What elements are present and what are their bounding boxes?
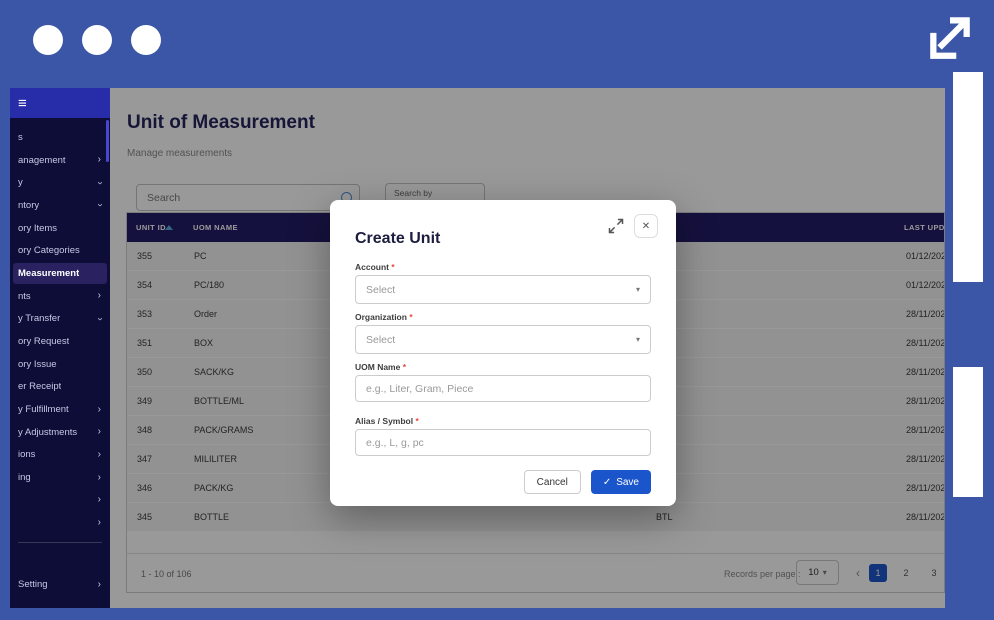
sidebar-item-y[interactable]: y› bbox=[10, 171, 110, 194]
sidebar-item[interactable]: › bbox=[10, 512, 110, 535]
chevron-right-icon: › bbox=[98, 450, 101, 460]
sidebar-item-label: s bbox=[18, 132, 23, 143]
chevron-right-icon: › bbox=[98, 291, 101, 301]
required-asterisk: * bbox=[413, 416, 419, 426]
sidebar-item-y-adjustments[interactable]: y Adjustments › bbox=[10, 421, 110, 444]
sidebar-item-label: er Receipt bbox=[18, 381, 61, 392]
window-control-dot[interactable] bbox=[82, 25, 112, 55]
sidebar: ≡ sanagement›y›ntory›ory Itemsory Catego… bbox=[10, 88, 110, 608]
chevron-right-icon: › bbox=[98, 473, 101, 483]
modal-title: Create Unit bbox=[355, 230, 651, 248]
select-value: Select bbox=[366, 334, 395, 346]
uom-name-input[interactable] bbox=[355, 375, 651, 402]
chevron-right-icon: › bbox=[98, 518, 101, 528]
caret-down-icon: ▾ bbox=[636, 286, 640, 294]
organization-select[interactable]: Select ▾ bbox=[355, 325, 651, 354]
sidebar-item-label: ory Request bbox=[18, 336, 69, 347]
sidebar-item-nts[interactable]: nts › bbox=[10, 285, 110, 308]
frame-scrollbar-thumb-top[interactable] bbox=[953, 72, 983, 282]
expand-modal-icon[interactable] bbox=[608, 218, 624, 234]
chevron-right-icon: › bbox=[98, 580, 101, 590]
check-icon: ✓ bbox=[603, 477, 611, 488]
organization-label: Organization * bbox=[355, 312, 651, 322]
sidebar-item-s[interactable]: s bbox=[10, 126, 110, 149]
create-unit-modal: ✕ Create Unit Account * Select ▾ Organizati… bbox=[330, 200, 676, 506]
modal-actions: Cancel ✓ Save bbox=[355, 470, 651, 494]
sidebar-item[interactable]: › bbox=[10, 489, 110, 512]
cancel-button[interactable]: Cancel bbox=[524, 470, 581, 494]
frame-scrollbar-thumb-bottom[interactable] bbox=[953, 367, 983, 497]
hamburger-menu-icon[interactable]: ≡ bbox=[18, 96, 27, 111]
sidebar-item-ntory[interactable]: ntory › bbox=[10, 194, 110, 217]
chevron-down-icon: › bbox=[94, 181, 104, 184]
save-label: Save bbox=[616, 477, 639, 488]
sidebar-item-ory-categories[interactable]: ory Categories bbox=[10, 239, 110, 262]
required-asterisk: * bbox=[407, 312, 413, 322]
chevron-down-icon: › bbox=[94, 317, 104, 320]
sidebar-item-label: anagement bbox=[18, 155, 66, 166]
close-modal-button[interactable]: ✕ bbox=[634, 214, 658, 238]
sidebar-item-y-fulfillment[interactable]: y Fulfillment › bbox=[10, 398, 110, 421]
sidebar-item-ory-items[interactable]: ory Items bbox=[10, 217, 110, 240]
expand-window-icon[interactable] bbox=[922, 12, 978, 62]
sidebar-item-ory-request[interactable]: ory Request bbox=[10, 330, 110, 353]
sidebar-item-anagement[interactable]: anagement › bbox=[10, 149, 110, 172]
sidebar-item-label: nts bbox=[18, 291, 31, 302]
chevron-down-icon: › bbox=[94, 204, 104, 207]
caret-down-icon: ▾ bbox=[636, 336, 640, 344]
chevron-right-icon: › bbox=[98, 427, 101, 437]
account-select[interactable]: Select ▾ bbox=[355, 275, 651, 304]
sidebar-header: ≡ bbox=[10, 88, 110, 118]
save-button[interactable]: ✓ Save bbox=[591, 470, 651, 494]
sidebar-item-label: y Fulfillment bbox=[18, 404, 69, 415]
browser-frame: ≡ sanagement›y›ntory›ory Itemsory Catego… bbox=[0, 0, 994, 620]
select-value: Select bbox=[366, 284, 395, 296]
sidebar-item-label: y bbox=[18, 177, 23, 188]
sidebar-item-er-receipt[interactable]: er Receipt bbox=[10, 376, 110, 399]
sidebar-item-label: ory Categories bbox=[18, 245, 80, 256]
sidebar-item-label: ntory bbox=[18, 200, 39, 211]
account-label: Account * bbox=[355, 262, 651, 272]
sidebar-item-label: ory Items bbox=[18, 223, 57, 234]
modal-fields: Account * Select ▾ Organization * Select ▾ UOM… bbox=[355, 262, 651, 456]
sidebar-item-label: ions bbox=[18, 449, 35, 460]
sidebar-item-y-transfer[interactable]: y Transfer › bbox=[10, 308, 110, 331]
sidebar-item-label: y Transfer bbox=[18, 313, 60, 324]
sidebar-item-label: ory Issue bbox=[18, 359, 57, 370]
sidebar-item-label: Measurement bbox=[18, 268, 79, 279]
sidebar-item-label: Setting bbox=[18, 579, 48, 590]
uom-name-label: UOM Name * bbox=[355, 362, 651, 372]
sidebar-item-ory-issue[interactable]: ory Issue bbox=[10, 353, 110, 376]
sidebar-item-setting[interactable]: Setting › bbox=[10, 573, 110, 596]
chevron-right-icon: › bbox=[98, 155, 101, 165]
chevron-right-icon: › bbox=[98, 405, 101, 415]
sidebar-item-label: y Adjustments bbox=[18, 427, 77, 438]
sidebar-item-label: ing bbox=[18, 472, 31, 483]
window-control-dot[interactable] bbox=[131, 25, 161, 55]
modal-header-icons: ✕ bbox=[608, 214, 658, 238]
sidebar-divider bbox=[18, 542, 102, 543]
alias-symbol-input[interactable] bbox=[355, 429, 651, 456]
sidebar-menu: sanagement›y›ntory›ory Itemsory Categori… bbox=[10, 118, 110, 534]
sidebar-item-ions[interactable]: ions › bbox=[10, 444, 110, 467]
sidebar-item-measurement[interactable]: Measurement bbox=[10, 262, 110, 285]
sidebar-footer-menu: Setting › bbox=[10, 573, 110, 596]
sidebar-item-ing[interactable]: ing › bbox=[10, 466, 110, 489]
alias-symbol-label: Alias / Symbol * bbox=[355, 416, 651, 426]
required-asterisk: * bbox=[400, 362, 406, 372]
required-asterisk: * bbox=[389, 262, 395, 272]
window-control-dot[interactable] bbox=[33, 25, 63, 55]
chevron-right-icon: › bbox=[98, 495, 101, 505]
